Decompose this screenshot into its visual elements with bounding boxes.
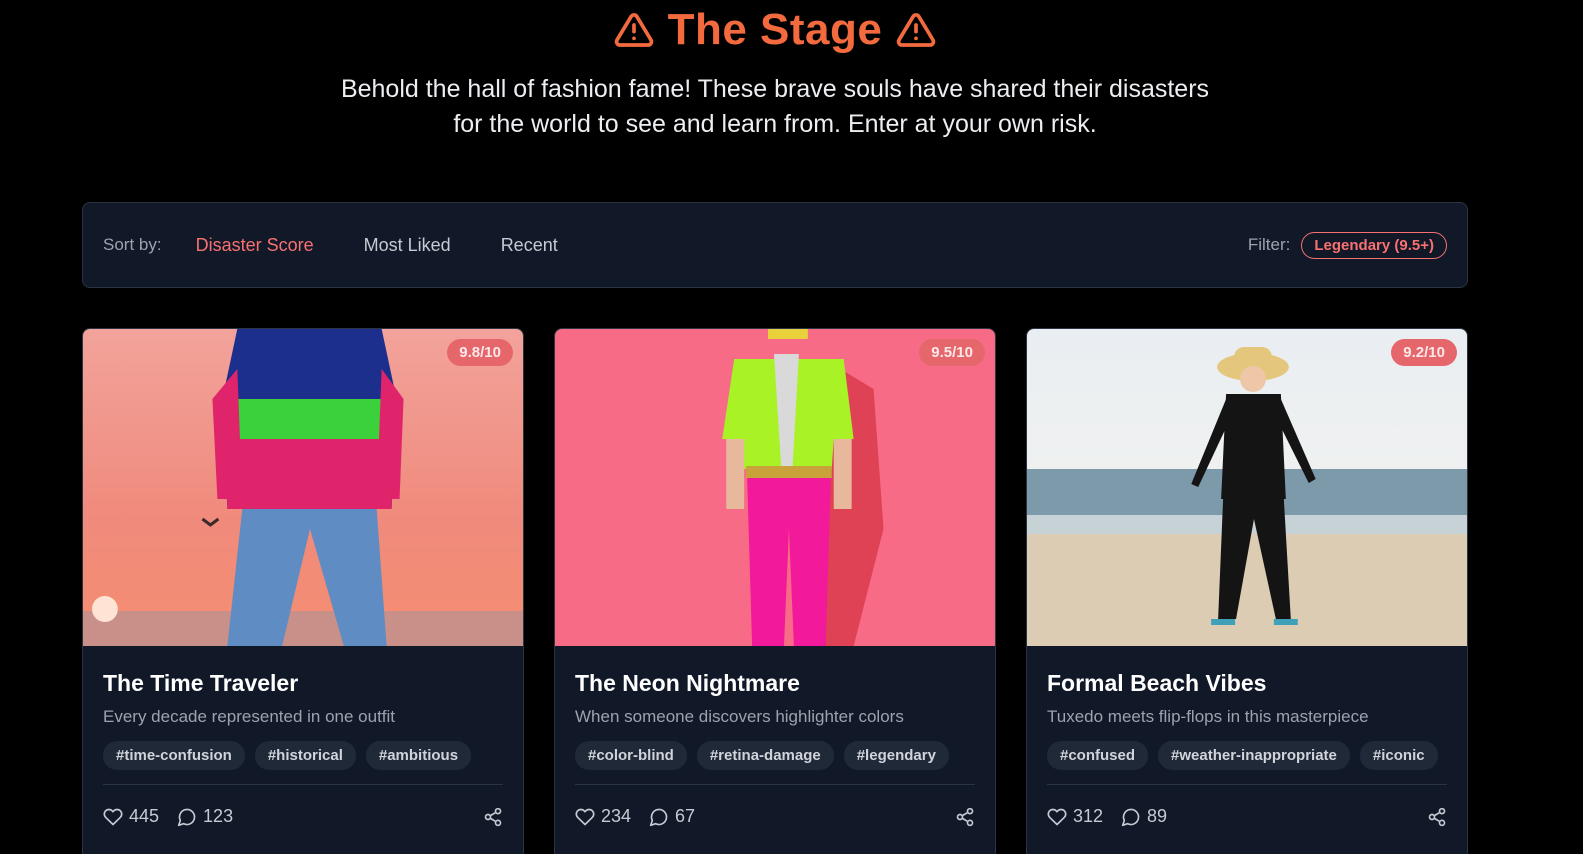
comment-button[interactable]: 67 (649, 806, 695, 827)
tag[interactable]: #legendary (843, 741, 949, 770)
heart-icon (103, 808, 123, 825)
tag[interactable]: #color-blind (575, 741, 687, 770)
comment-count: 89 (1147, 806, 1168, 826)
heart-icon (575, 808, 595, 825)
outfit-photo[interactable]: 9.2/10 (1027, 329, 1467, 646)
divider (1047, 784, 1447, 785)
comment-bubble-icon (649, 808, 668, 826)
warning-triangle-icon (897, 13, 936, 47)
outfit-title[interactable]: The Neon Nightmare (575, 670, 975, 697)
card-actions: 445 123 (103, 806, 503, 827)
tag-list: #color-blind #retina-damage #legendary (575, 741, 975, 770)
outfit-photo-image (555, 329, 995, 646)
comment-bubble-icon (1121, 808, 1140, 826)
tag-list: #time-confusion #historical #ambitious (103, 741, 503, 770)
filter-chip-legendary[interactable]: Legendary (9.5+) (1301, 231, 1447, 259)
card-actions: 312 89 (1047, 806, 1447, 827)
tag[interactable]: #historical (254, 741, 356, 770)
outfit-card[interactable]: 9.2/10 Formal Beach Vibes Tuxedo meets f… (1026, 328, 1468, 854)
tag[interactable]: #weather-inappropriate (1158, 741, 1350, 770)
page-subtitle-line: for the world to see and learn from. Ent… (453, 110, 1097, 138)
heart-icon (1047, 808, 1067, 825)
like-button[interactable]: 312 (1047, 806, 1103, 827)
disaster-score-badge: 9.2/10 (1391, 339, 1457, 366)
filter-label: Filter: (1247, 235, 1291, 254)
share-button[interactable] (1427, 807, 1447, 827)
outfit-title[interactable]: The Time Traveler (103, 670, 503, 697)
share-icon (956, 807, 974, 826)
share-button[interactable] (483, 807, 503, 827)
sort-option-disaster-score[interactable]: Disaster Score (196, 235, 314, 256)
warning-triangle-icon (614, 13, 653, 47)
sort-filter-bar: Sort by: Disaster Score Most Liked Recen… (82, 202, 1468, 288)
tag[interactable]: #ambitious (365, 741, 472, 770)
page-title-text: The Stage (667, 5, 883, 54)
outfit-photo-image (83, 329, 523, 646)
sort-option-most-liked[interactable]: Most Liked (364, 235, 451, 256)
outfit-photo[interactable]: 9.5/10 (555, 329, 995, 646)
page-subtitle-line: Behold the hall of fashion fame! These b… (340, 75, 1210, 103)
tag[interactable]: #iconic (1359, 741, 1438, 770)
tag[interactable]: #retina-damage (696, 741, 834, 770)
comment-button[interactable]: 123 (177, 806, 233, 827)
sort-option-recent[interactable]: Recent (501, 235, 558, 256)
divider (575, 784, 975, 785)
share-button[interactable] (955, 807, 975, 827)
outfit-photo[interactable]: 9.8/10 (83, 329, 523, 646)
tag-list: #confused #weather-inappropriate #iconic (1047, 741, 1447, 770)
disaster-score-badge: 9.5/10 (919, 339, 985, 366)
comment-count: 67 (675, 806, 696, 826)
like-button[interactable]: 234 (575, 806, 631, 827)
outfit-description: Tuxedo meets flip-flops in this masterpi… (1047, 707, 1369, 726)
outfit-description: When someone discovers highlighter color… (575, 707, 904, 726)
disaster-score-badge: 9.8/10 (447, 339, 513, 366)
outfit-card[interactable]: 9.5/10 The Neon Nightmare When someone d… (554, 328, 996, 854)
outfit-photo-image (1027, 329, 1467, 646)
like-count: 234 (601, 806, 632, 826)
tag[interactable]: #time-confusion (103, 741, 245, 770)
like-button[interactable]: 445 (103, 806, 159, 827)
sort-label: Sort by: (103, 235, 162, 254)
page-title: The Stage (0, 2, 1550, 58)
outfit-title[interactable]: Formal Beach Vibes (1047, 670, 1447, 697)
card-actions: 234 67 (575, 806, 975, 827)
outfit-description: Every decade represented in one outfit (103, 707, 396, 726)
comment-count: 123 (203, 806, 234, 826)
share-icon (1428, 807, 1446, 826)
share-icon (484, 807, 502, 826)
comment-button[interactable]: 89 (1121, 806, 1167, 827)
comment-bubble-icon (177, 808, 196, 826)
tag[interactable]: #confused (1047, 741, 1149, 770)
page-subtitle: Behold the hall of fashion fame! These b… (0, 72, 1550, 142)
outfit-card[interactable]: 9.8/10 The Time Traveler Every decade re… (82, 328, 524, 854)
like-count: 312 (1073, 806, 1104, 826)
like-count: 445 (129, 806, 160, 826)
divider (103, 784, 503, 785)
